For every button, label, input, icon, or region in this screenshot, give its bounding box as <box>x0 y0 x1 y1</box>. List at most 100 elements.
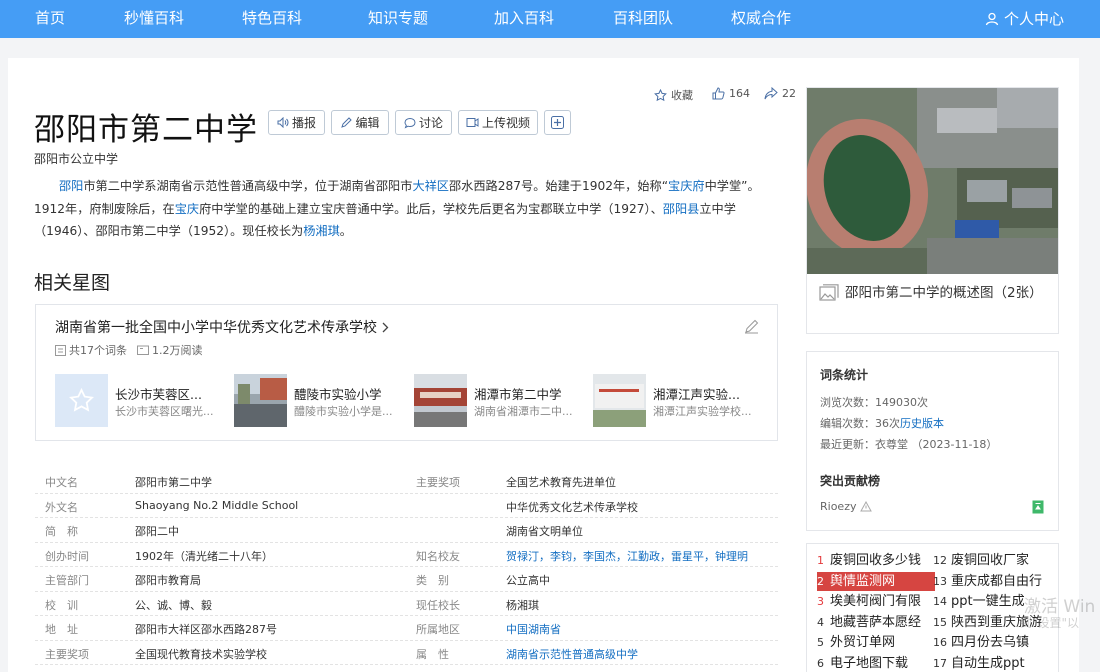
nav-topics[interactable]: 知识专题 <box>368 0 428 38</box>
star-map-card: 湖南省第一批全国中小学中华优秀文化艺术传承学校 共17个词条 1.2万阅读 长沙… <box>35 304 778 441</box>
hot-item[interactable]: 17 自动生成ppt <box>933 654 1051 672</box>
nav-miaodong[interactable]: 秒懂百科 <box>124 0 184 38</box>
star-map-title: 湖南省第一批全国中小学中华优秀文化艺术传承学校 <box>55 320 377 336</box>
info-label: 知名校友 <box>416 549 460 563</box>
star-map-count-label: 共17个词条 <box>69 344 127 357</box>
edit-count: 编辑次数：36次历史版本 <box>820 415 944 431</box>
like-button[interactable]: 164 <box>712 87 750 100</box>
hot-item[interactable]: 5 外贸订单网 <box>817 633 935 652</box>
hot-text: 电子地图下载 <box>830 655 909 671</box>
summary-text: 府中学堂的基础上建立宝庆普通中学。此后，学校先后更名为宝郡联立中学（1927）、 <box>199 201 663 216</box>
summary-link[interactable]: 杨湘琪 <box>303 224 340 238</box>
contrib-title: 突出贡献榜 <box>820 474 881 488</box>
hot-text: 外贸订单网 <box>830 635 896 650</box>
hot-item[interactable]: 13 重庆成都自由行 <box>933 572 1051 591</box>
summary-text: 。 <box>339 224 352 239</box>
summary-link[interactable]: 宝庆 <box>175 202 199 216</box>
info-value: 1902年（清光绪二十八年） <box>135 549 273 563</box>
related-thumb-photo <box>593 374 646 427</box>
summary-link[interactable]: 大祥区 <box>412 179 449 193</box>
info-value: 杨湘琪 <box>506 598 539 612</box>
info-row: 创办时间 1902年（清光绪二十八年） 知名校友 贺禄汀，李钧，李国杰，江勤政，雷星平… <box>35 543 778 567</box>
upload-video-label: 上传视频 <box>481 116 530 130</box>
info-label: 地 址 <box>45 623 78 636</box>
hot-text: 埃美柯阀门有限 <box>830 594 922 609</box>
top-nav: 首页 秒懂百科 特色百科 知识专题 加入百科 百科团队 权威合作 个人中心 <box>0 0 1100 38</box>
nav-join[interactable]: 加入百科 <box>494 0 554 38</box>
hot-item[interactable]: 12 废铜回收厂家 <box>933 551 1051 570</box>
summary-text: 邵水西路287号。始建于1902年，始称“ <box>449 179 669 193</box>
info-label: 简 称 <box>45 525 78 538</box>
related-item[interactable]: 醴陵市实验小学 醴陵市实验小学是... <box>234 374 404 428</box>
contributor-row[interactable]: Rioezy <box>820 500 873 513</box>
aerial-photo <box>807 88 1058 274</box>
star-map-title-link[interactable]: 湖南省第一批全国中小学中华优秀文化艺术传承学校 <box>55 317 389 337</box>
edit-pencil-icon[interactable] <box>744 319 759 334</box>
user-center-link[interactable]: 个人中心 <box>985 0 1064 38</box>
share-button[interactable]: 22 <box>764 87 796 100</box>
info-label: 属 性 <box>416 647 449 661</box>
summary-link[interactable]: 宝庆府 <box>668 179 705 193</box>
hot-item[interactable]: 6 电子地图下载 <box>817 654 935 672</box>
info-value[interactable]: 贺禄汀，李钧，李国杰，江勤政，雷星平，钟理明 <box>506 548 748 564</box>
edit-button[interactable]: 编辑 <box>331 110 389 135</box>
nav-special[interactable]: 特色百科 <box>242 0 302 38</box>
summary-link[interactable]: 邵阳县 <box>663 202 700 216</box>
star-map-heading: 相关星图 <box>34 272 111 294</box>
stats-title: 词条统计 <box>820 368 869 382</box>
info-value[interactable]: 中国湖南省 <box>506 621 561 637</box>
hot-text: 四月份去乌镇 <box>951 635 1030 650</box>
play-label: 播报 <box>291 116 316 130</box>
info-row: 地 址 邵阳市大祥区邵水西路287号 所属地区 中国湖南省 <box>35 616 778 641</box>
nav-home[interactable]: 首页 <box>35 0 65 38</box>
info-value: 邵阳市大祥区邵水西路287号 <box>135 623 277 636</box>
video-icon <box>466 118 479 127</box>
pencil-icon <box>341 116 353 128</box>
user-center-label: 个人中心 <box>1003 9 1064 28</box>
info-value: 全国艺术教育先进单位 <box>506 476 616 489</box>
info-value: 公立高中 <box>506 574 550 587</box>
info-value: 全国现代教育技术实验学校 <box>135 647 267 661</box>
album-card[interactable]: 邵阳市第二中学的概述图（2张） <box>806 87 1059 334</box>
hot-item[interactable]: 2 舆情监测网 <box>817 571 935 591</box>
nav-team[interactable]: 百科团队 <box>613 0 673 38</box>
hot-item[interactable]: 1 废铜回收多少钱 <box>817 551 935 570</box>
thumbs-up-icon <box>712 87 725 100</box>
info-label: 中文名 <box>45 476 78 489</box>
history-link[interactable]: 历史版本 <box>900 417 944 430</box>
hot-rank: 13 <box>933 574 947 588</box>
hot-text: 废铜回收多少钱 <box>830 553 922 568</box>
related-item[interactable]: 长沙市芙蓉区... 长沙市芙蓉区曙光... <box>55 374 225 428</box>
edit-label: 编辑 <box>355 116 380 130</box>
hot-item[interactable]: 3 埃美柯阀门有限 <box>817 592 935 611</box>
info-row: 简 称 邵阳二中 湖南省文明单位 <box>35 518 778 543</box>
collect-button[interactable]: 收藏 <box>654 87 693 103</box>
hot-rank: 6 <box>817 656 824 670</box>
related-thumb-photo <box>234 374 287 427</box>
summary-link[interactable]: 邵阳 <box>59 179 83 193</box>
edit-count-text: 编辑次数：36次 <box>820 417 900 430</box>
hot-item[interactable]: 4 地藏菩萨本愿经 <box>817 613 935 632</box>
hot-item[interactable]: 16 四月份去乌镇 <box>933 633 1051 652</box>
hot-rank: 1 <box>817 554 824 567</box>
hot-text: ppt一键生成 <box>951 594 1025 609</box>
info-label: 校 训 <box>45 598 78 612</box>
nav-cooperation[interactable]: 权威合作 <box>731 0 791 38</box>
add-button[interactable] <box>544 110 571 135</box>
hot-rank: 5 <box>817 636 824 649</box>
hot-rank: 3 <box>817 595 824 608</box>
last-updated: 最近更新：衣尊堂 （2023-11-18） <box>820 438 998 451</box>
bookmark-icon[interactable] <box>1032 500 1044 514</box>
upload-video-button[interactable]: 上传视频 <box>458 110 538 135</box>
discuss-button[interactable]: 讨论 <box>395 110 452 135</box>
related-item[interactable]: 湘潭市第二中学 湖南省湘潭市二中... <box>414 374 584 428</box>
related-item[interactable]: 湘潭江声实验... 湘潭江声实验学校... <box>593 374 763 428</box>
hot-text: 自动生成ppt <box>951 655 1025 671</box>
info-value: 湖南省文明单位 <box>506 525 583 538</box>
info-label: 所属地区 <box>416 623 460 636</box>
info-value[interactable]: 湖南省示范性普通高级中学 <box>506 646 638 662</box>
info-value: 邵阳市教育局 <box>135 574 201 587</box>
info-value: 邵阳二中 <box>135 525 179 538</box>
info-row: 中文名 邵阳市第二中学 主要奖项 全国艺术教育先进单位 <box>35 469 778 494</box>
play-button[interactable]: 播报 <box>268 110 325 135</box>
